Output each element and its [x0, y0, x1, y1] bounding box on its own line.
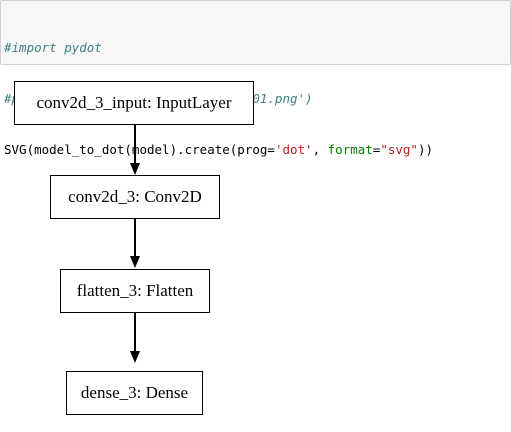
arrowhead-icon: [130, 163, 140, 175]
arrowhead-icon: [130, 256, 140, 268]
code-line-1: #import pydot: [4, 40, 102, 55]
model-graph: conv2d_3_input: InputLayer conv2d_3: Con…: [0, 65, 511, 432]
code-cell[interactable]: #import pydot #plot_model(model, to_file…: [0, 0, 511, 157]
node-label: conv2d_3: Conv2D: [68, 187, 202, 206]
node-label: dense_3: Dense: [80, 383, 189, 402]
graph-edge: [134, 219, 136, 256]
graph-edge: [134, 125, 136, 163]
arrowhead-icon: [130, 351, 140, 363]
node-label: flatten_3: Flatten: [76, 281, 194, 300]
graph-node-conv2d: conv2d_3: Conv2D: [50, 175, 220, 219]
node-label: conv2d_3_input: InputLayer: [36, 93, 232, 112]
graph-node-flatten: flatten_3: Flatten: [60, 269, 210, 313]
graph-node-dense: dense_3: Dense: [66, 371, 203, 415]
graph-node-input-layer: conv2d_3_input: InputLayer: [14, 81, 254, 125]
graph-edge: [134, 313, 136, 351]
